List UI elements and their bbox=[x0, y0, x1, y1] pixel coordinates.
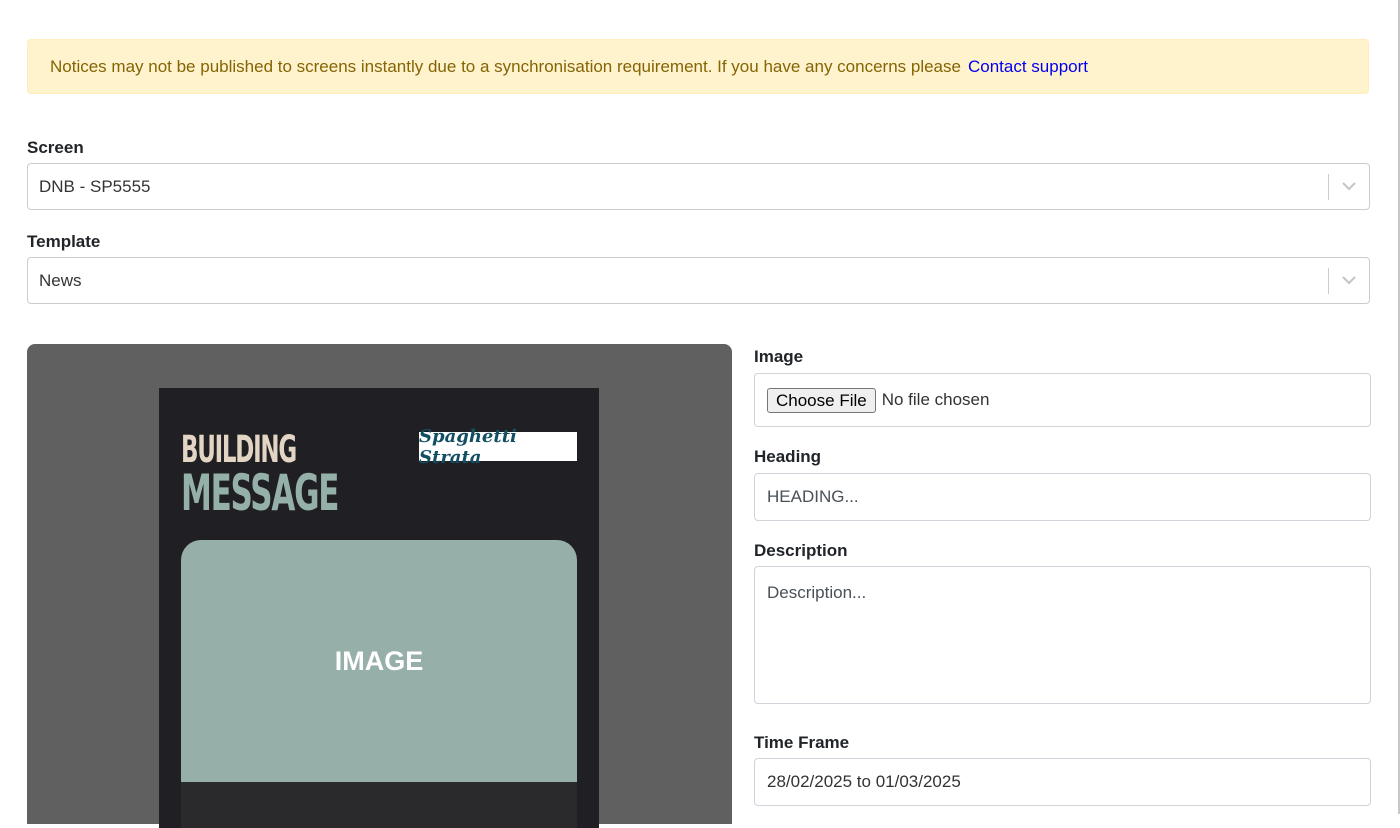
heading-input[interactable] bbox=[754, 473, 1371, 521]
sync-notice-banner: Notices may not be published to screens … bbox=[27, 39, 1369, 94]
description-label: Description bbox=[754, 541, 848, 560]
description-textarea[interactable] bbox=[754, 566, 1371, 704]
contact-support-link[interactable]: Contact support bbox=[968, 57, 1088, 77]
time-frame-value: 28/02/2025 to 01/03/2025 bbox=[767, 772, 961, 791]
template-label: Template bbox=[27, 232, 101, 251]
screen-select-value: DNB - SP5555 bbox=[39, 176, 151, 196]
screen-select[interactable]: DNB - SP5555 bbox=[27, 163, 1370, 210]
time-frame-label: Time Frame bbox=[754, 733, 850, 752]
strata-logo: Spaghetti Strata bbox=[419, 426, 577, 468]
screen-label: Screen bbox=[27, 138, 84, 157]
notice-preview-panel: BUILDING MESSAGE Spaghetti Strata IMAGE bbox=[27, 344, 732, 828]
file-status-text: No file chosen bbox=[881, 390, 990, 409]
time-frame-input[interactable]: 28/02/2025 to 01/03/2025 bbox=[754, 758, 1371, 806]
image-label: Image bbox=[754, 347, 804, 366]
poster-preview: BUILDING MESSAGE Spaghetti Strata IMAGE bbox=[159, 388, 599, 828]
chevron-down-icon[interactable] bbox=[1329, 276, 1369, 285]
notice-text: Notices may not be published to screens … bbox=[50, 56, 961, 76]
template-select-value: News bbox=[39, 270, 82, 290]
image-file-input[interactable]: Choose File No file chosen bbox=[754, 373, 1371, 427]
template-select[interactable]: News bbox=[27, 257, 1370, 304]
poster-title-line2: MESSAGE bbox=[181, 464, 339, 522]
image-placeholder: IMAGE bbox=[181, 540, 577, 782]
heading-label: Heading bbox=[754, 447, 822, 466]
choose-file-button[interactable]: Choose File bbox=[767, 387, 876, 413]
chevron-down-icon[interactable] bbox=[1329, 182, 1369, 191]
poster-content-area bbox=[181, 782, 577, 828]
